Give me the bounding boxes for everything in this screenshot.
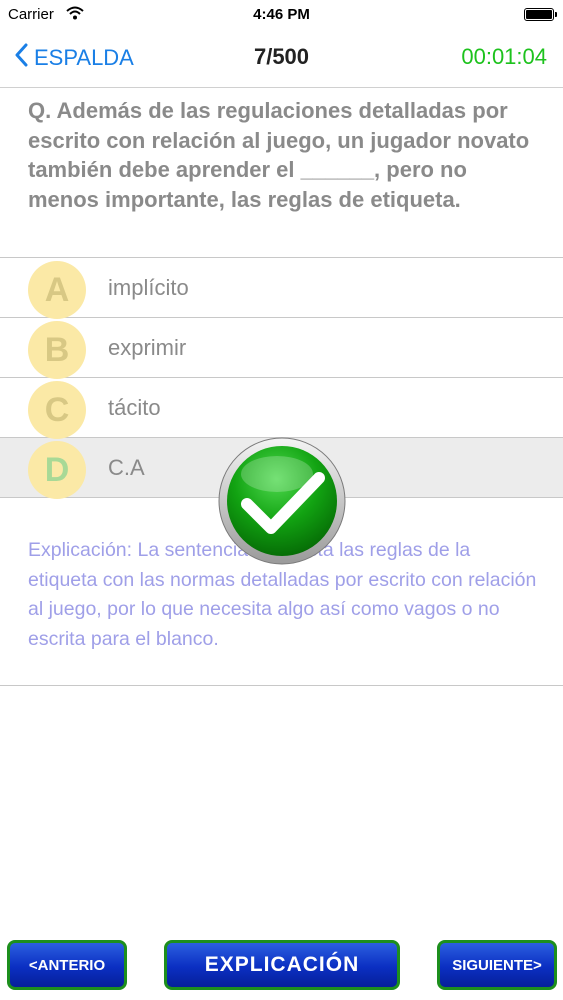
option-c[interactable]: C tácito [0, 377, 563, 439]
quiz-timer: 00:01:04 [461, 44, 547, 69]
option-letter-badge: C [28, 381, 86, 439]
option-b[interactable]: B exprimir [0, 317, 563, 379]
option-letter-badge: A [28, 261, 86, 319]
option-letter-badge: B [28, 321, 86, 379]
explanation-button[interactable]: EXPLICACIÓN [164, 940, 400, 990]
question-text: Q. Además de las regulaciones detalladas… [28, 98, 530, 212]
check-icon [217, 436, 347, 566]
option-text: implícito [108, 275, 189, 300]
option-text: C.A [108, 455, 145, 480]
divider [0, 685, 563, 686]
next-button[interactable]: SIGUIENTE> [437, 940, 557, 990]
battery-icon [524, 8, 557, 21]
previous-button[interactable]: <ANTERIO [7, 940, 127, 990]
option-text: exprimir [108, 335, 187, 360]
status-time: 4:46 PM [253, 6, 310, 23]
status-bar: Carrier 4:46 PM [0, 0, 563, 30]
option-text: tácito [108, 395, 161, 420]
option-a[interactable]: A implícito [0, 257, 563, 319]
navigation-bar: ESPALDA 7/500 00:01:04 [0, 30, 563, 88]
option-letter-badge: D [28, 441, 86, 499]
